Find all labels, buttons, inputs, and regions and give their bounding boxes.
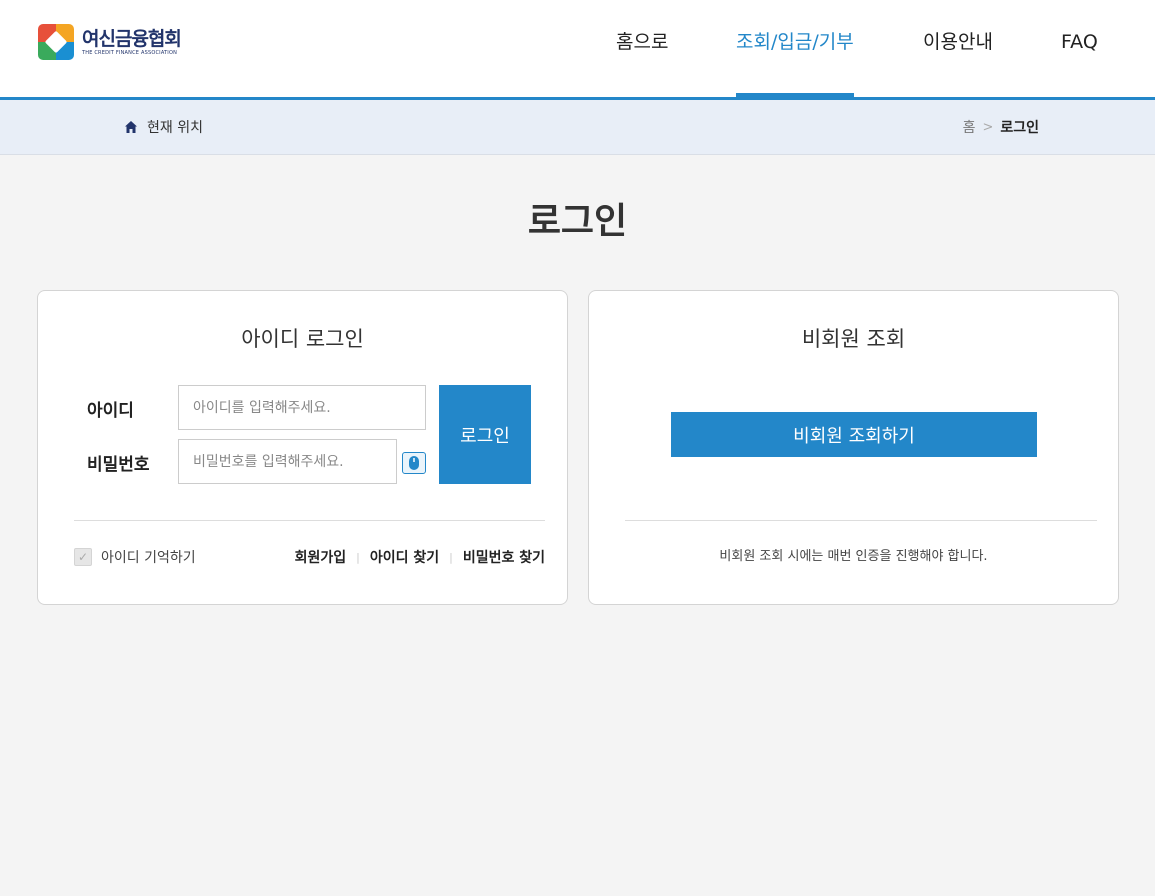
- nav-faq[interactable]: FAQ: [1061, 0, 1098, 97]
- page-title: 로그인: [527, 201, 628, 242]
- guest-inquiry-card: 비회원 조회 비회원 조회하기 비회원 조회 시에는 매번 인증을 진행해야 합…: [588, 290, 1119, 605]
- divider: [625, 520, 1097, 521]
- home-icon: [125, 121, 137, 133]
- password-input[interactable]: [178, 439, 397, 484]
- breadcrumb-bar: 현재 위치 홈 > 로그인: [0, 100, 1155, 155]
- account-links: 회원가입 | 아이디 찾기 | 비밀번호 찾기: [295, 547, 545, 567]
- guest-inquiry-button[interactable]: 비회원 조회하기: [671, 412, 1037, 457]
- breadcrumb-current: 로그인: [1000, 120, 1039, 136]
- find-password-link[interactable]: 비밀번호 찾기: [463, 547, 545, 567]
- id-input[interactable]: [178, 385, 426, 430]
- breadcrumb-separator: >: [982, 119, 994, 135]
- virtual-keyboard-button[interactable]: [402, 452, 426, 474]
- id-login-card: 아이디 로그인 아이디 비밀번호 로그인 ✓ 아이디 기억하기 회원가입 | 아…: [37, 290, 568, 605]
- nav-guide[interactable]: 이용안내: [923, 0, 993, 97]
- login-button[interactable]: 로그인: [439, 385, 531, 484]
- link-separator: |: [356, 550, 360, 564]
- logo-subtitle: THE CREDIT FINANCE ASSOCIATION: [82, 49, 178, 56]
- remember-id-label: 아이디 기억하기: [101, 550, 196, 566]
- guest-inquiry-title: 비회원 조회: [801, 327, 906, 351]
- logo[interactable]: 여신금융협회 THE CREDIT FINANCE ASSOCIATION: [38, 24, 182, 60]
- logo-title: 여신금융협회: [82, 27, 182, 50]
- find-id-link[interactable]: 아이디 찾기: [370, 547, 439, 567]
- id-label: 아이디: [87, 401, 134, 421]
- nav-inquiry-deposit-donation[interactable]: 조회/입금/기부: [736, 0, 854, 97]
- link-separator: |: [449, 550, 453, 564]
- logo-mark-icon: [38, 24, 74, 60]
- breadcrumb-home[interactable]: 홈: [963, 117, 976, 137]
- remember-id-checkbox[interactable]: ✓ 아이디 기억하기: [74, 547, 196, 567]
- divider: [74, 520, 545, 521]
- current-location: 현재 위치: [124, 117, 203, 137]
- current-location-label: 현재 위치: [147, 120, 203, 136]
- password-label: 비밀번호: [87, 455, 150, 475]
- site-header: 여신금융협회 THE CREDIT FINANCE ASSOCIATION 홈으…: [0, 0, 1155, 100]
- mouse-icon: [409, 456, 419, 470]
- guest-inquiry-note: 비회원 조회 시에는 매번 인증을 진행해야 합니다.: [719, 549, 988, 564]
- signup-link[interactable]: 회원가입: [295, 547, 347, 567]
- id-login-title: 아이디 로그인: [241, 327, 364, 351]
- checkmark-icon: ✓: [74, 548, 92, 566]
- breadcrumb: 홈 > 로그인: [963, 117, 1039, 137]
- nav-home[interactable]: 홈으로: [616, 0, 668, 97]
